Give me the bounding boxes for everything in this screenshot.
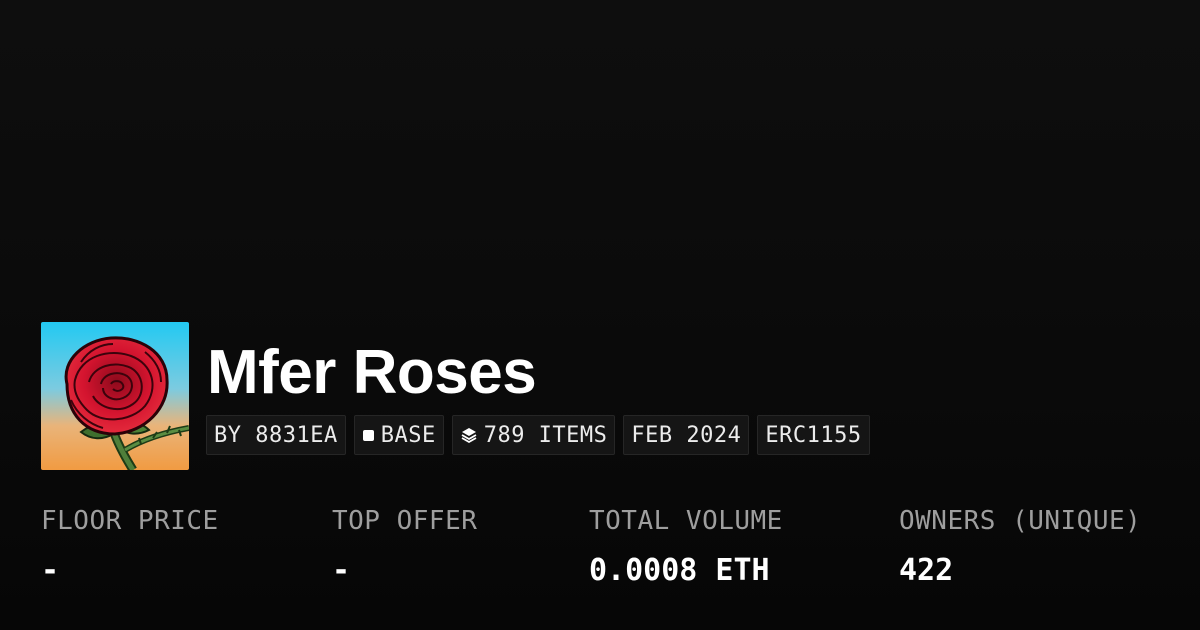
floor-price-label: FLOOR PRICE — [41, 506, 219, 536]
chain-tag-label: BASE — [380, 422, 436, 448]
collection-title: Mfer Roses — [207, 338, 537, 407]
layers-icon — [460, 426, 478, 444]
collection-avatar — [41, 322, 189, 470]
top-offer-label: TOP OFFER — [332, 506, 478, 536]
rose-image — [41, 322, 189, 470]
owners-label: OWNERS (UNIQUE) — [899, 506, 1142, 536]
date-tag-label: FEB 2024 — [631, 422, 742, 448]
floor-price-stat: FLOOR PRICE - — [41, 503, 219, 589]
owners-stat: OWNERS (UNIQUE) 422 — [899, 503, 1141, 589]
standard-tag-label: ERC1155 — [765, 422, 862, 448]
top-offer-value: - — [332, 553, 351, 588]
items-tag-label: 789 ITEMS — [483, 422, 608, 448]
creator-tag[interactable]: BY 8831EA — [206, 415, 346, 455]
collection-tags: BY 8831EA BASE 789 ITEMS FEB 2024 ERC115… — [206, 415, 870, 455]
floor-price-value: - — [41, 553, 60, 588]
date-tag: FEB 2024 — [623, 415, 750, 455]
standard-tag: ERC1155 — [757, 415, 870, 455]
collection-card: Mfer Roses BY 8831EA BASE 789 ITEMS FEB … — [0, 0, 1200, 630]
chain-tag[interactable]: BASE — [353, 415, 444, 455]
total-volume-stat: TOTAL VOLUME 0.0008 ETH — [589, 503, 783, 589]
owners-value: 422 — [899, 553, 954, 588]
items-tag[interactable]: 789 ITEMS — [451, 415, 616, 455]
square-icon — [362, 429, 375, 442]
creator-tag-label: BY 8831EA — [214, 422, 338, 448]
total-volume-value: 0.0008 ETH — [589, 553, 770, 588]
top-offer-stat: TOP OFFER - — [332, 503, 477, 589]
total-volume-label: TOTAL VOLUME — [589, 506, 783, 536]
